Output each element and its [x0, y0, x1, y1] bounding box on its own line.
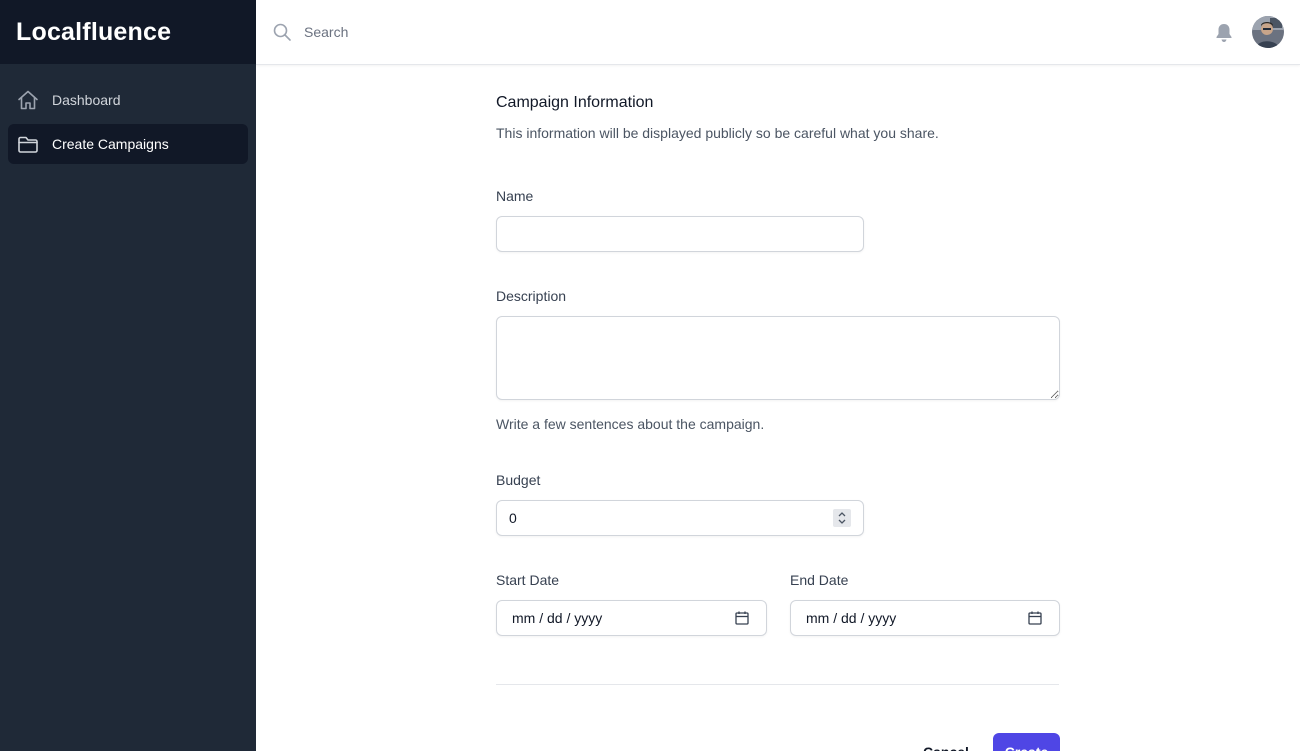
sidebar-item-label: Dashboard: [52, 92, 121, 108]
top-bar: [256, 0, 1300, 65]
budget-stepper[interactable]: [833, 509, 851, 527]
form-title: Campaign Information: [496, 94, 654, 111]
start-date-field[interactable]: mm / dd / yyyy: [496, 600, 767, 636]
budget-label: Budget: [496, 472, 541, 488]
sidebar-item-dashboard[interactable]: Dashboard: [8, 80, 248, 120]
name-label: Name: [496, 188, 534, 204]
brand-logo-text: Localfluence: [16, 17, 172, 46]
folder-icon: [16, 132, 40, 156]
start-date-label: Start Date: [496, 572, 560, 588]
form-divider: [496, 684, 1059, 685]
budget-field[interactable]: 0: [496, 500, 864, 536]
stepper-arrows-icon: [838, 512, 846, 524]
calendar-icon[interactable]: [1027, 610, 1043, 626]
name-field[interactable]: [496, 216, 864, 252]
create-button[interactable]: Create: [993, 733, 1060, 751]
search-icon: [272, 22, 292, 42]
sidebar-nav: Dashboard Create Campaigns: [0, 64, 256, 184]
avatar[interactable]: [1252, 16, 1284, 48]
bell-icon[interactable]: [1212, 21, 1236, 45]
description-help-text: Write a few sentences about the campaign…: [496, 416, 765, 432]
form-description: This information will be displayed publi…: [496, 125, 939, 141]
cancel-button[interactable]: Cancel: [914, 733, 978, 751]
start-date-placeholder: mm / dd / yyyy: [512, 610, 603, 626]
description-label: Description: [496, 288, 567, 304]
sidebar-item-create-campaigns[interactable]: Create Campaigns: [8, 124, 248, 164]
brand-header: Localfluence: [0, 0, 256, 64]
end-date-label: End Date: [790, 572, 849, 588]
search-input[interactable]: [304, 16, 1164, 48]
form-header: Campaign Information This information wi…: [496, 65, 1060, 142]
sidebar: Localfluence Dashboard Create Campaigns: [0, 0, 256, 751]
end-date-field[interactable]: mm / dd / yyyy: [790, 600, 1060, 636]
calendar-icon[interactable]: [734, 610, 750, 626]
home-icon: [16, 88, 40, 112]
budget-value: 0: [509, 510, 517, 526]
sidebar-item-label: Create Campaigns: [52, 136, 169, 152]
end-date-placeholder: mm / dd / yyyy: [806, 610, 897, 626]
description-field[interactable]: [496, 316, 1060, 400]
